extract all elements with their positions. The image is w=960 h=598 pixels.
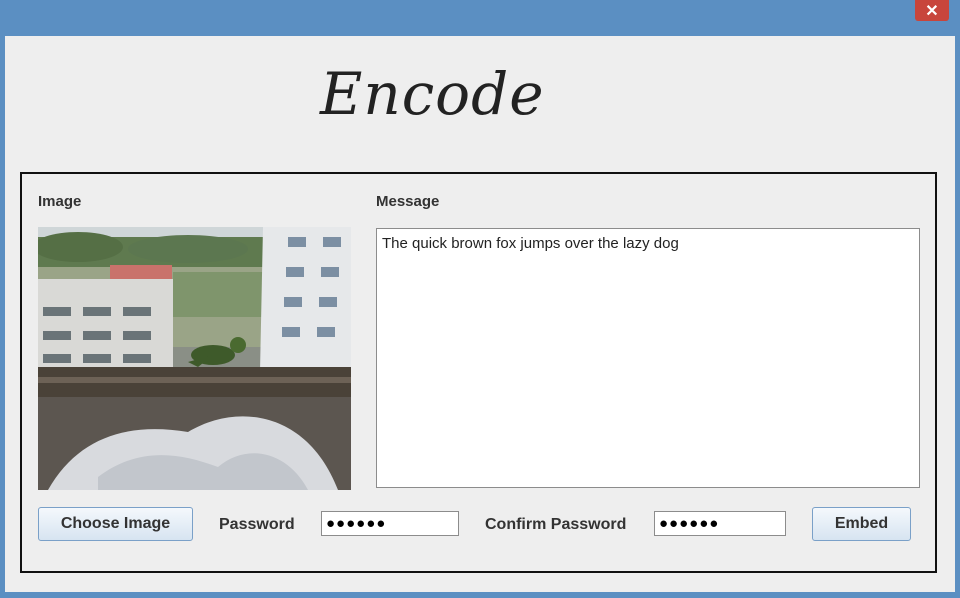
page-title: Encode [320,60,545,128]
message-label: Message [376,193,440,210]
close-window-button[interactable]: ✕ [915,0,949,21]
choose-image-button[interactable]: Choose Image [38,507,193,541]
password-label: Password [219,516,295,533]
confirm-password-field[interactable]: ●●●●●● [654,511,786,536]
image-label: Image [38,193,82,210]
window-titlebar[interactable]: ✕ [0,0,960,36]
confirm-password-label: Confirm Password [485,516,627,533]
password-field[interactable]: ●●●●●● [321,511,459,536]
message-textarea[interactable]: The quick brown fox jumps over the lazy … [376,228,920,488]
embed-button[interactable]: Embed [812,507,911,541]
selected-image-preview [38,227,351,490]
close-icon: ✕ [925,2,939,20]
